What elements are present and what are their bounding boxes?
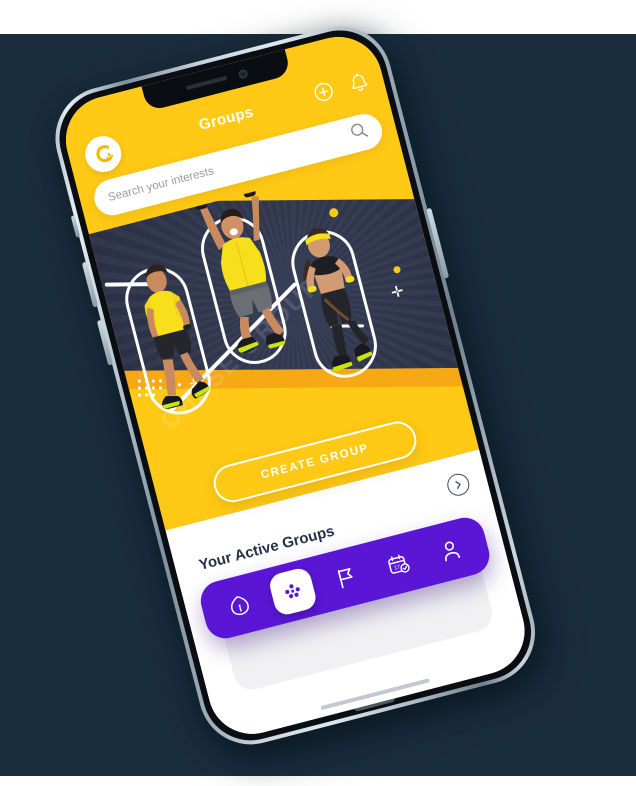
- earpiece-speaker: [185, 75, 228, 91]
- nav-home[interactable]: [215, 581, 264, 630]
- nav-calendar[interactable]: 17: [374, 540, 423, 589]
- front-camera-icon: [237, 68, 249, 80]
- nav-groups[interactable]: [267, 565, 319, 618]
- backdrop-top-band: [0, 0, 636, 34]
- svg-text:17: 17: [394, 564, 402, 571]
- header-actions: [310, 70, 372, 106]
- nav-flag[interactable]: [322, 553, 371, 602]
- screenshot-stage: CHASE GROUP ✛ ✛ Groups Search your inter…: [0, 0, 636, 786]
- nav-profile[interactable]: [426, 526, 475, 575]
- chevron-right-icon[interactable]: [444, 471, 472, 499]
- backdrop-bottom-band: [0, 776, 636, 786]
- add-icon[interactable]: [310, 79, 337, 106]
- search-icon[interactable]: [349, 120, 371, 146]
